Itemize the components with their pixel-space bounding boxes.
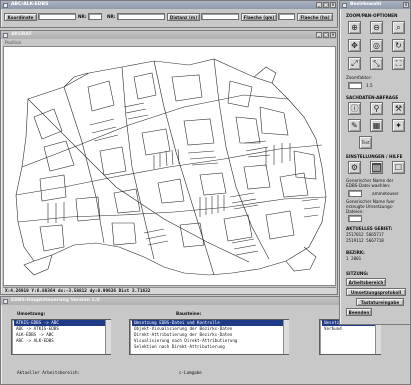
close-icon[interactable]: ×	[330, 2, 336, 8]
fit-screen-icon[interactable]: ⛶	[392, 57, 405, 70]
beenden-button[interactable]: Beenden	[346, 308, 372, 316]
umsetzung-list[interactable]: ATKIS-EDBS -> ABC ABC -> ATKIS-EDBS ALK-ED…	[11, 319, 111, 355]
umsetzung-item[interactable]: ABC -> ALK-EDBS	[14, 338, 110, 344]
map-close-icon[interactable]: ×	[330, 32, 336, 38]
bausteine-label: Bausteine:	[176, 311, 202, 316]
main-window-title: EDBS-Hauptsteuerung Version 1.0	[11, 298, 100, 303]
umsetzung-label: Umsetzung:	[17, 311, 46, 316]
top-window-titlebar[interactable]: ABC/ALK-EDBS _ □ ×	[1, 1, 337, 9]
meldung-scrollbar[interactable]	[375, 320, 381, 354]
full-extent-icon[interactable]: ⤢	[348, 57, 361, 70]
measure-icon[interactable]: ✎	[348, 119, 361, 132]
main-app-icon	[3, 298, 8, 304]
map-app-icon	[3, 32, 8, 38]
zoom-section-title: ZOOM/PAN-OPTIONEN	[346, 13, 398, 18]
minimize-icon[interactable]: _	[316, 2, 322, 8]
previous-view-icon[interactable]: ⤡	[370, 57, 383, 70]
panel-app-icon	[342, 2, 347, 8]
map-status-bar: X:4.26919 Y:6.88364 dx:-3.58812 dy:0.996…	[3, 287, 336, 294]
info-query-icon[interactable]: ⓘ	[348, 102, 361, 115]
map-menu-position[interactable]: Position	[5, 40, 21, 45]
map-maximize-icon[interactable]: □	[323, 32, 329, 38]
window-controls: _ □ ×	[316, 2, 336, 8]
map-window-controls: _ □ ×	[316, 32, 336, 38]
nr-label: NR:	[78, 14, 87, 19]
settings-icon[interactable]: ⚙	[348, 161, 361, 174]
output-file-field[interactable]	[348, 215, 362, 222]
bausteine-item[interactable]: Selektion nach Direkt-Attributierung	[132, 344, 288, 350]
map-canvas[interactable]	[3, 46, 336, 286]
object-query-icon[interactable]: ✦	[392, 119, 405, 132]
bezirk-label: BEZIRK:	[346, 250, 365, 255]
area-query-icon[interactable]: ▦	[370, 119, 383, 132]
select-query-icon[interactable]: ⚲	[370, 102, 383, 115]
nr2-field[interactable]	[117, 13, 165, 20]
eingabe-label: c-Lamgabe	[179, 370, 202, 375]
flaeche-ha-button[interactable]: Flaeche (ha)	[297, 13, 333, 21]
sachdaten-section-title: SACHDATEN-ABFRAGE	[346, 95, 399, 100]
aktueller-arbeitsbereich-label: Aktueller Arbeitsbereich:	[17, 370, 81, 375]
zoomfaktor-caption: Zoomfaktor:	[346, 75, 372, 80]
text-tool-label: Text	[361, 140, 370, 145]
generischer-label-line2: EDBS-Datei waehlen:	[346, 183, 391, 188]
umsetzung-scrollbar[interactable]	[105, 320, 111, 354]
zoomfaktor-value: 1.5	[366, 83, 373, 88]
parcel-map-drawing	[15, 58, 327, 276]
coordinate-readout: X:4.26919 Y:6.88364 dx:-3.58812 dy:0.996…	[5, 289, 151, 294]
zoom-window-icon[interactable]: ⌕	[392, 21, 405, 34]
sitzung-label: SITZUNG:	[346, 271, 369, 276]
koordinate-button[interactable]: Koordinate	[4, 13, 37, 21]
edbs-file-field[interactable]	[348, 190, 362, 197]
right-control-panel: Bezirkswahl × ZOOM/PAN-OPTIONEN ⊕ ⊖ ⌕ ✥ …	[339, 0, 411, 325]
tastatureingabe-button[interactable]: Tastatureingabe	[356, 298, 404, 306]
generischer2-label-line3: Dateien:	[346, 209, 364, 214]
top-window-title: ABC/ALK-EDBS	[11, 2, 49, 7]
map-window-titlebar[interactable]: AKGRAF _ □ ×	[1, 31, 337, 39]
top-toolbar-window: ABC/ALK-EDBS _ □ × Koordinate NR: NR: Di…	[0, 0, 338, 28]
right-panel-title: Bezirkswahl	[350, 2, 382, 7]
aktuelles-gebiet-line1: 2517012 5665717	[346, 232, 384, 237]
pan-icon[interactable]: ✥	[348, 39, 361, 52]
map-window-title: AKGRAF	[11, 32, 33, 37]
zoom-in-icon[interactable]: ⊕	[348, 21, 361, 34]
nr2-label: NR:	[107, 14, 116, 19]
distanz-button[interactable]: Distanz (m)	[167, 13, 200, 21]
app-icon	[3, 2, 8, 8]
bausteine-list[interactable]: Umsetzung EDBS-Datei und Kontrolle Objekt…	[129, 319, 289, 355]
meldung-item[interactable]: Verbund	[322, 326, 380, 332]
panel-window-controls: ×	[403, 2, 409, 8]
zoomfaktor-field[interactable]	[348, 82, 362, 89]
map-minimize-icon[interactable]: _	[316, 32, 322, 38]
aktuelles-gebiet-line2: 2519112 5667718	[346, 238, 384, 243]
maximize-icon[interactable]: □	[323, 2, 329, 8]
map-window: AKGRAF _ □ × Position X:4.26919 Y:6.8836…	[0, 30, 338, 295]
koordinate-field[interactable]	[38, 13, 76, 20]
flaeche-qm-field[interactable]	[278, 13, 295, 20]
nr-field[interactable]	[88, 13, 102, 20]
einstellungen-section-title: EINSTELLUNGEN / HILFE	[346, 154, 403, 159]
attribute-query-icon[interactable]: ⚒	[392, 102, 405, 115]
refresh-icon[interactable]: ↻	[392, 39, 405, 52]
aktuelles-gebiet-label: AKTUELLES GEBIET:	[346, 226, 393, 231]
panel-close-icon[interactable]: ×	[403, 2, 409, 8]
distanz-field[interactable]	[201, 13, 239, 20]
bausteine-scrollbar[interactable]	[283, 320, 289, 354]
bezirk-value: 1 2001	[346, 256, 362, 261]
arbeitsbereich-button[interactable]: Arbeitsbereich	[346, 278, 386, 286]
help-icon[interactable]: ▤	[370, 161, 383, 174]
flaeche-qm-button[interactable]: Flaeche (qm)	[241, 13, 277, 21]
edbs-file-value: ammeteuser	[372, 191, 399, 196]
umsetzungsprotokoll-button[interactable]: Umsetzungsprotokoll	[346, 288, 406, 296]
recenter-icon[interactable]: ◎	[370, 39, 383, 52]
text-tool-icon[interactable]: Text	[359, 136, 372, 149]
options-icon[interactable]: ☐	[392, 161, 405, 174]
zoom-out-icon[interactable]: ⊖	[370, 21, 383, 34]
right-panel-titlebar[interactable]: Bezirkswahl ×	[340, 1, 410, 9]
